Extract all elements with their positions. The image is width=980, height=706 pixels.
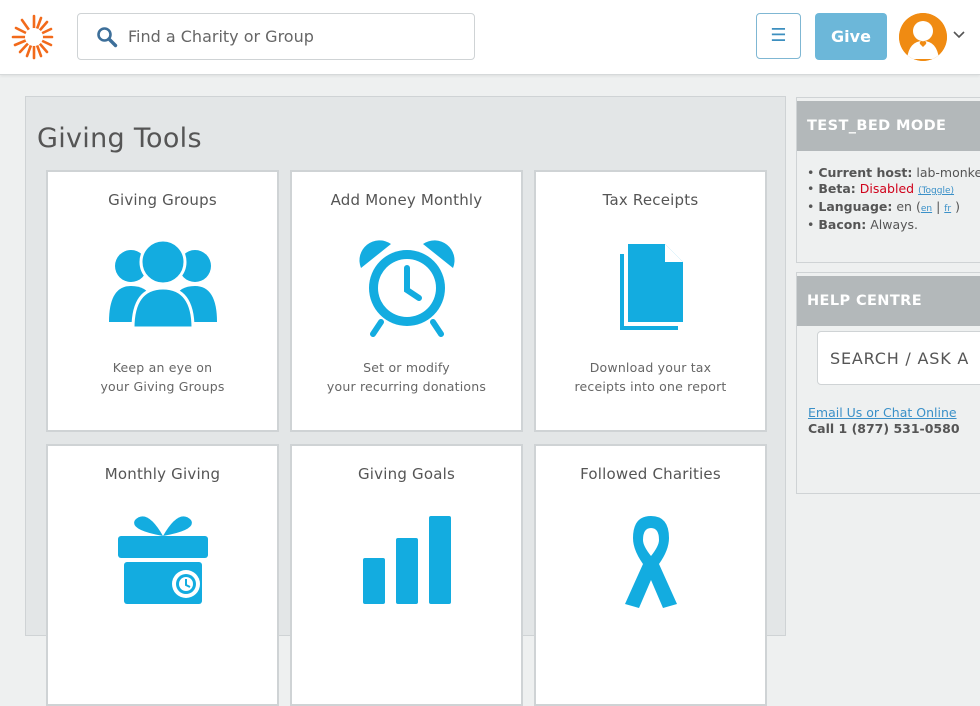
- card-desc-line-1: Set or modify: [363, 360, 450, 375]
- beta-status: Disabled: [859, 181, 915, 196]
- help-search-input[interactable]: [830, 346, 980, 370]
- search-icon: [97, 27, 118, 48]
- host-label: Current host:: [818, 165, 913, 180]
- card-tax-receipts[interactable]: Tax Receipts Download your tax receipts …: [534, 170, 767, 432]
- help-title: HELP CENTRE: [797, 276, 980, 326]
- help-phone: Call 1 (877) 531-0580: [808, 421, 960, 436]
- testbed-title: TEST_BED MODE: [797, 101, 980, 151]
- language-value: en: [896, 199, 912, 214]
- card-description: Keep an eye on your Giving Groups: [48, 358, 277, 396]
- charity-search-box[interactable]: [77, 13, 475, 60]
- site-logo-icon[interactable]: [10, 12, 54, 62]
- user-avatar[interactable]: [899, 13, 947, 61]
- testbed-panel: TEST_BED MODE • Current host: lab-monkey…: [796, 97, 980, 263]
- giving-tools-panel: Giving Tools Giving Groups Keep an eye o…: [25, 96, 786, 706]
- card-giving-goals[interactable]: Giving Goals: [290, 444, 523, 706]
- card-desc-line-1: Keep an eye on: [112, 360, 213, 375]
- group-icon: [108, 238, 217, 330]
- document-icon: [619, 244, 683, 330]
- bar-chart-icon: [362, 516, 451, 604]
- lang-fr-link[interactable]: fr: [944, 204, 951, 214]
- charity-search-input[interactable]: [128, 22, 458, 50]
- beta-toggle-link[interactable]: (Toggle): [918, 186, 954, 196]
- help-centre-panel: HELP CENTRE Email Us or Chat Online Call…: [796, 272, 980, 494]
- user-avatar-icon: [899, 13, 947, 61]
- menu-icon: ☰: [770, 25, 787, 46]
- alarm-clock-icon: [358, 240, 455, 337]
- card-title: Tax Receipts: [602, 191, 699, 209]
- gift-clock-icon: [117, 516, 208, 604]
- card-desc-line-2: your recurring donations: [326, 379, 487, 394]
- testbed-info: • Current host: lab-monkey • Beta: Disab…: [797, 151, 980, 233]
- card-title: Giving Groups: [108, 191, 217, 209]
- page-title: Giving Tools: [37, 123, 202, 154]
- card-add-money-monthly[interactable]: Add Money Monthly Set or modify your rec…: [290, 170, 523, 432]
- card-title: Add Money Monthly: [330, 191, 483, 209]
- card-giving-groups[interactable]: Giving Groups Keep an eye on your Giving…: [46, 170, 279, 432]
- email-chat-link[interactable]: Email Us or Chat Online: [808, 405, 957, 420]
- menu-button[interactable]: ☰: [756, 13, 801, 59]
- host-value: lab-monkey: [916, 165, 980, 180]
- card-followed-charities[interactable]: Followed Charities: [534, 444, 767, 706]
- lang-en-link[interactable]: en: [921, 204, 932, 214]
- top-navbar: ☰ Give: [0, 0, 980, 75]
- card-desc-line-1: Download your tax: [589, 360, 712, 375]
- card-title: Followed Charities: [580, 465, 721, 483]
- card-monthly-giving[interactable]: Monthly Giving: [46, 444, 279, 706]
- card-title: Giving Goals: [357, 465, 455, 483]
- card-desc-line-2: your Giving Groups: [100, 379, 225, 394]
- beta-label: Beta:: [818, 181, 856, 196]
- card-description: Download your tax receipts into one repo…: [536, 358, 765, 396]
- give-button[interactable]: Give: [815, 13, 887, 60]
- language-label: Language:: [818, 199, 893, 214]
- card-title: Monthly Giving: [104, 465, 221, 483]
- card-description: Set or modify your recurring donations: [292, 358, 521, 396]
- help-search-box[interactable]: [817, 331, 980, 385]
- bacon-value: Always.: [870, 217, 918, 232]
- chevron-down-icon[interactable]: [952, 30, 966, 40]
- card-desc-line-2: receipts into one report: [574, 379, 727, 394]
- bacon-label: Bacon:: [818, 217, 867, 232]
- ribbon-icon: [624, 516, 677, 608]
